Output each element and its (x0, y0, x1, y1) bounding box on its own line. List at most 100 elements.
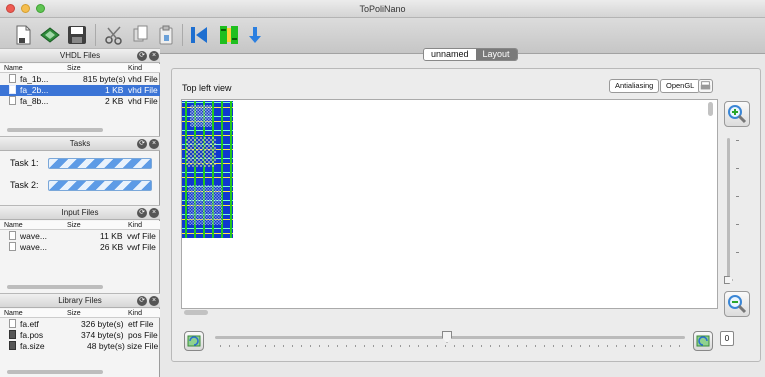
close-window-button[interactable] (6, 4, 15, 13)
column-size[interactable]: Size (67, 64, 81, 73)
window-title: ToPoliNano (359, 4, 406, 14)
save-icon[interactable] (66, 24, 88, 46)
zoom-tick (736, 224, 739, 225)
file-size: 26 KB (100, 242, 124, 252)
antialiasing-button[interactable]: Antialiasing (609, 79, 660, 93)
file-kind: vwf File (127, 242, 156, 252)
file-size: 1 KB (105, 85, 124, 95)
column-name[interactable]: Name (4, 309, 23, 318)
file-size: 48 byte(s) (87, 341, 125, 351)
tab-layout[interactable]: Layout (475, 49, 517, 60)
layout-cell (186, 137, 216, 167)
file-kind: size File (127, 341, 159, 351)
rotate-left-button[interactable] (184, 331, 204, 351)
column-size[interactable]: Size (67, 221, 81, 230)
vhdl-file-row[interactable]: fa_8b... 2 KB vhd File (0, 96, 160, 107)
task-label: Task 2: (10, 180, 39, 190)
run-icon[interactable] (218, 24, 240, 46)
library-files-title: Library Files (58, 296, 102, 305)
column-kind[interactable]: Kind (128, 64, 142, 73)
file-kind: etf File (128, 319, 154, 329)
file-name: fa.pos (20, 330, 44, 340)
file-size: 326 byte(s) (81, 319, 124, 329)
panel-close-icon[interactable]: × (149, 139, 159, 149)
input-file-row[interactable]: wave... 11 KB vwf File (0, 231, 160, 242)
zoom-tick (736, 252, 739, 253)
panel-refresh-icon[interactable]: ⟳ (137, 51, 147, 61)
zoom-value: 0 (720, 331, 734, 346)
canvas-vertical-scrollbar[interactable] (708, 102, 713, 116)
tasks-title: Tasks (69, 139, 91, 148)
circuit-layout[interactable] (182, 101, 233, 238)
zoom-tick (736, 140, 739, 141)
file-kind: vhd File (128, 74, 158, 84)
library-scrollbar[interactable] (7, 370, 103, 374)
panel-close-icon[interactable]: × (149, 296, 159, 306)
column-kind[interactable]: Kind (128, 221, 142, 230)
file-kind: pos File (128, 330, 158, 340)
input-scrollbar[interactable] (7, 285, 103, 289)
panel-refresh-icon[interactable]: ⟳ (137, 296, 147, 306)
copy-icon[interactable] (130, 24, 152, 46)
file-kind: vhd File (128, 85, 158, 95)
binary-file-icon (9, 330, 16, 339)
zoom-out-button[interactable] (724, 291, 750, 317)
timeline-ticks (220, 345, 680, 347)
cut-icon[interactable] (103, 24, 125, 46)
panel-refresh-icon[interactable]: ⟳ (137, 208, 147, 218)
paste-icon[interactable] (155, 24, 177, 46)
file-icon (9, 74, 16, 83)
tab-unnamed[interactable]: unnamed (424, 49, 476, 60)
vhdl-file-row-selected[interactable]: fa_2b... 1 KB vhd File (0, 85, 160, 96)
first-icon[interactable] (188, 24, 210, 46)
input-file-row[interactable]: wave... 26 KB vwf File (0, 242, 160, 253)
file-name: fa.size (20, 341, 45, 351)
binary-file-icon (9, 341, 16, 350)
zoom-window-button[interactable] (36, 4, 45, 13)
rotate-left-icon (187, 335, 201, 347)
tab-bar: unnamed Layout (423, 48, 518, 61)
zoom-slider-track[interactable] (727, 138, 730, 283)
file-name: fa.etf (20, 319, 39, 329)
vhdl-files-header: VHDL Files ⟳ × (0, 48, 160, 63)
column-name[interactable]: Name (4, 64, 23, 73)
zoom-out-icon (728, 295, 747, 314)
rotate-right-button[interactable] (693, 331, 713, 351)
layout-canvas[interactable] (181, 99, 718, 309)
file-icon (9, 96, 16, 105)
panel-close-icon[interactable]: × (149, 51, 159, 61)
panel-refresh-icon[interactable]: ⟳ (137, 139, 147, 149)
new-file-icon[interactable] (12, 24, 34, 46)
vhdl-file-row[interactable]: fa_1b... 815 byte(s) vhd File (0, 74, 160, 85)
file-size: 11 KB (100, 231, 123, 241)
view-title: Top left view (182, 83, 232, 93)
file-name: wave... (20, 242, 47, 252)
canvas-horizontal-scrollbar[interactable] (184, 310, 208, 315)
column-size[interactable]: Size (67, 309, 81, 318)
file-icon (9, 242, 16, 251)
print-icon[interactable] (698, 79, 713, 93)
task-label: Task 1: (10, 158, 39, 168)
open-layout-icon[interactable] (39, 24, 61, 46)
opengl-button[interactable]: OpenGL (660, 79, 701, 93)
library-column-header: Name Size Kind (0, 309, 160, 318)
zoom-in-icon (728, 105, 747, 124)
minimize-window-button[interactable] (21, 4, 30, 13)
library-file-row[interactable]: fa.pos 374 byte(s) pos File (0, 330, 160, 341)
file-size: 2 KB (105, 96, 124, 106)
tasks-header: Tasks ⟳ × (0, 136, 160, 151)
file-name: wave... (20, 231, 47, 241)
task-row: Task 2: (0, 180, 160, 192)
vhdl-scrollbar[interactable] (7, 128, 103, 132)
panel-close-icon[interactable]: × (149, 208, 159, 218)
column-kind[interactable]: Kind (128, 309, 142, 318)
toolbar-separator (95, 24, 96, 46)
library-file-row[interactable]: fa.size 48 byte(s) size File (0, 341, 160, 352)
download-icon[interactable] (244, 24, 266, 46)
file-name: fa_1b... (20, 74, 49, 84)
library-file-row[interactable]: fa.etf 326 byte(s) etf File (0, 319, 160, 330)
zoom-in-button[interactable] (724, 101, 750, 127)
zoom-tick (736, 168, 739, 169)
file-icon (9, 231, 16, 240)
column-name[interactable]: Name (4, 221, 23, 230)
